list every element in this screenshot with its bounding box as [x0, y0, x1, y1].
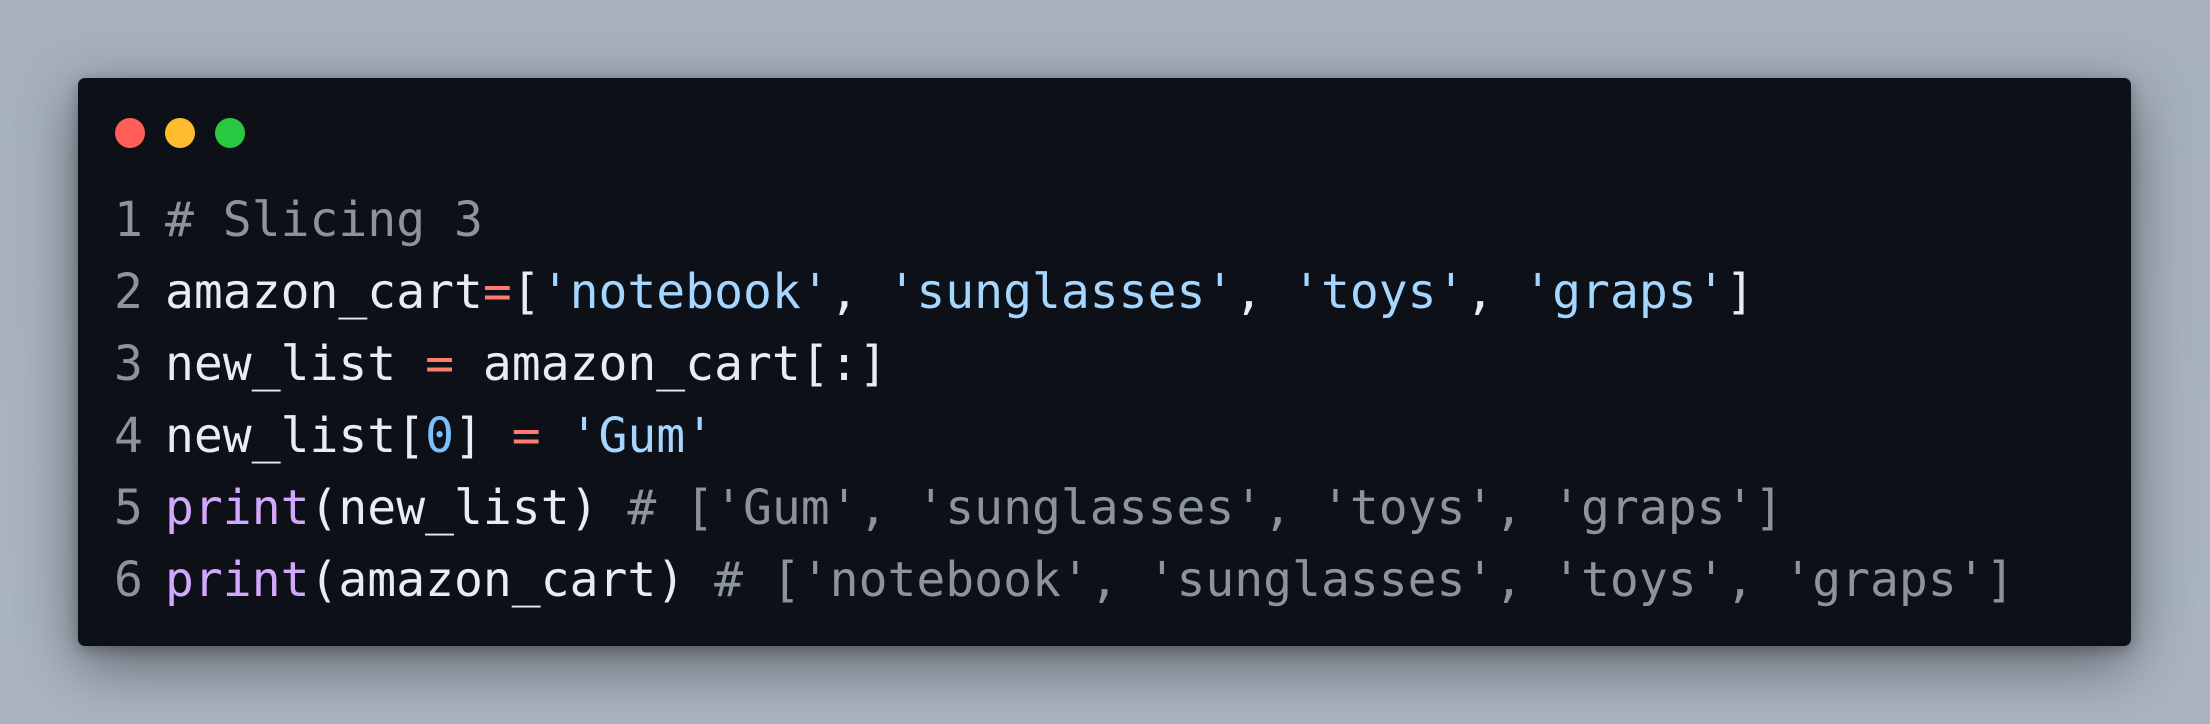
line-number: 3: [114, 336, 143, 392]
code-token-plain: (amazon_cart): [309, 552, 715, 608]
code-token-plain: ]: [454, 408, 512, 464]
code-token-plain: (new_list): [309, 480, 628, 536]
code-window: 1 # Slicing 3 2 amazon_cart =['notebook', 's…: [78, 78, 2131, 646]
code-token-string: 'sunglasses': [887, 264, 1235, 320]
code-token-comment: # Slicing 3: [165, 192, 483, 248]
code-token-plain: ,: [1234, 264, 1293, 320]
close-dot-icon[interactable]: [115, 118, 145, 148]
code-line: 2 amazon_cart =['notebook', 'sunglasses', …: [114, 256, 2015, 328]
code-token-builtin: print: [165, 552, 310, 608]
code-line: 6 print (amazon_cart) # ['notebook', 'sung…: [114, 544, 2015, 616]
window-controls: [115, 118, 245, 148]
minimize-dot-icon[interactable]: [165, 118, 195, 148]
code-line: 1 # Slicing 3: [114, 184, 2015, 256]
code-token-op: =: [425, 336, 454, 392]
code-token-op: =: [482, 264, 512, 320]
code-token-string: 'graps': [1523, 264, 1726, 320]
code-token-num: 0: [425, 408, 454, 464]
code-token-plain: new_list[: [165, 408, 426, 464]
maximize-dot-icon[interactable]: [215, 118, 245, 148]
code-token-plain: amazon_cart: [165, 264, 483, 320]
code-line: 4 new_list[0] = 'Gum': [114, 400, 2015, 472]
code-token-plain: ,: [1465, 264, 1524, 320]
code-block[interactable]: 1 # Slicing 3 2 amazon_cart =['notebook', 's…: [114, 184, 2015, 616]
code-line: 3 new_list = amazon_cart[:]: [114, 328, 2015, 400]
line-number: 6: [114, 552, 143, 608]
code-token-string: 'notebook': [540, 264, 830, 320]
code-line: 5 print (new_list) # ['Gum', 'sunglasses',…: [114, 472, 2015, 544]
code-token-plain: ]: [1725, 264, 1755, 320]
line-number: 2: [114, 264, 143, 320]
code-token-op: =: [511, 408, 541, 464]
code-token-string: 'Gum': [569, 408, 715, 464]
code-token-plain: ,: [829, 264, 888, 320]
line-number: 4: [114, 408, 143, 464]
code-token-comment: # ['Gum', 'sunglasses', 'toys', 'graps']: [627, 480, 1784, 536]
code-token-builtin: print: [165, 480, 310, 536]
line-number: 5: [114, 480, 143, 536]
code-token-string: 'toys': [1292, 264, 1466, 320]
line-number: 1: [114, 192, 143, 248]
code-token-plain: amazon_cart[:]: [454, 336, 888, 392]
code-token-plain: [: [511, 264, 541, 320]
code-token-comment: # ['notebook', 'sunglasses', 'toys', 'gr…: [714, 552, 2015, 608]
code-token-plain: new_list: [165, 336, 426, 392]
